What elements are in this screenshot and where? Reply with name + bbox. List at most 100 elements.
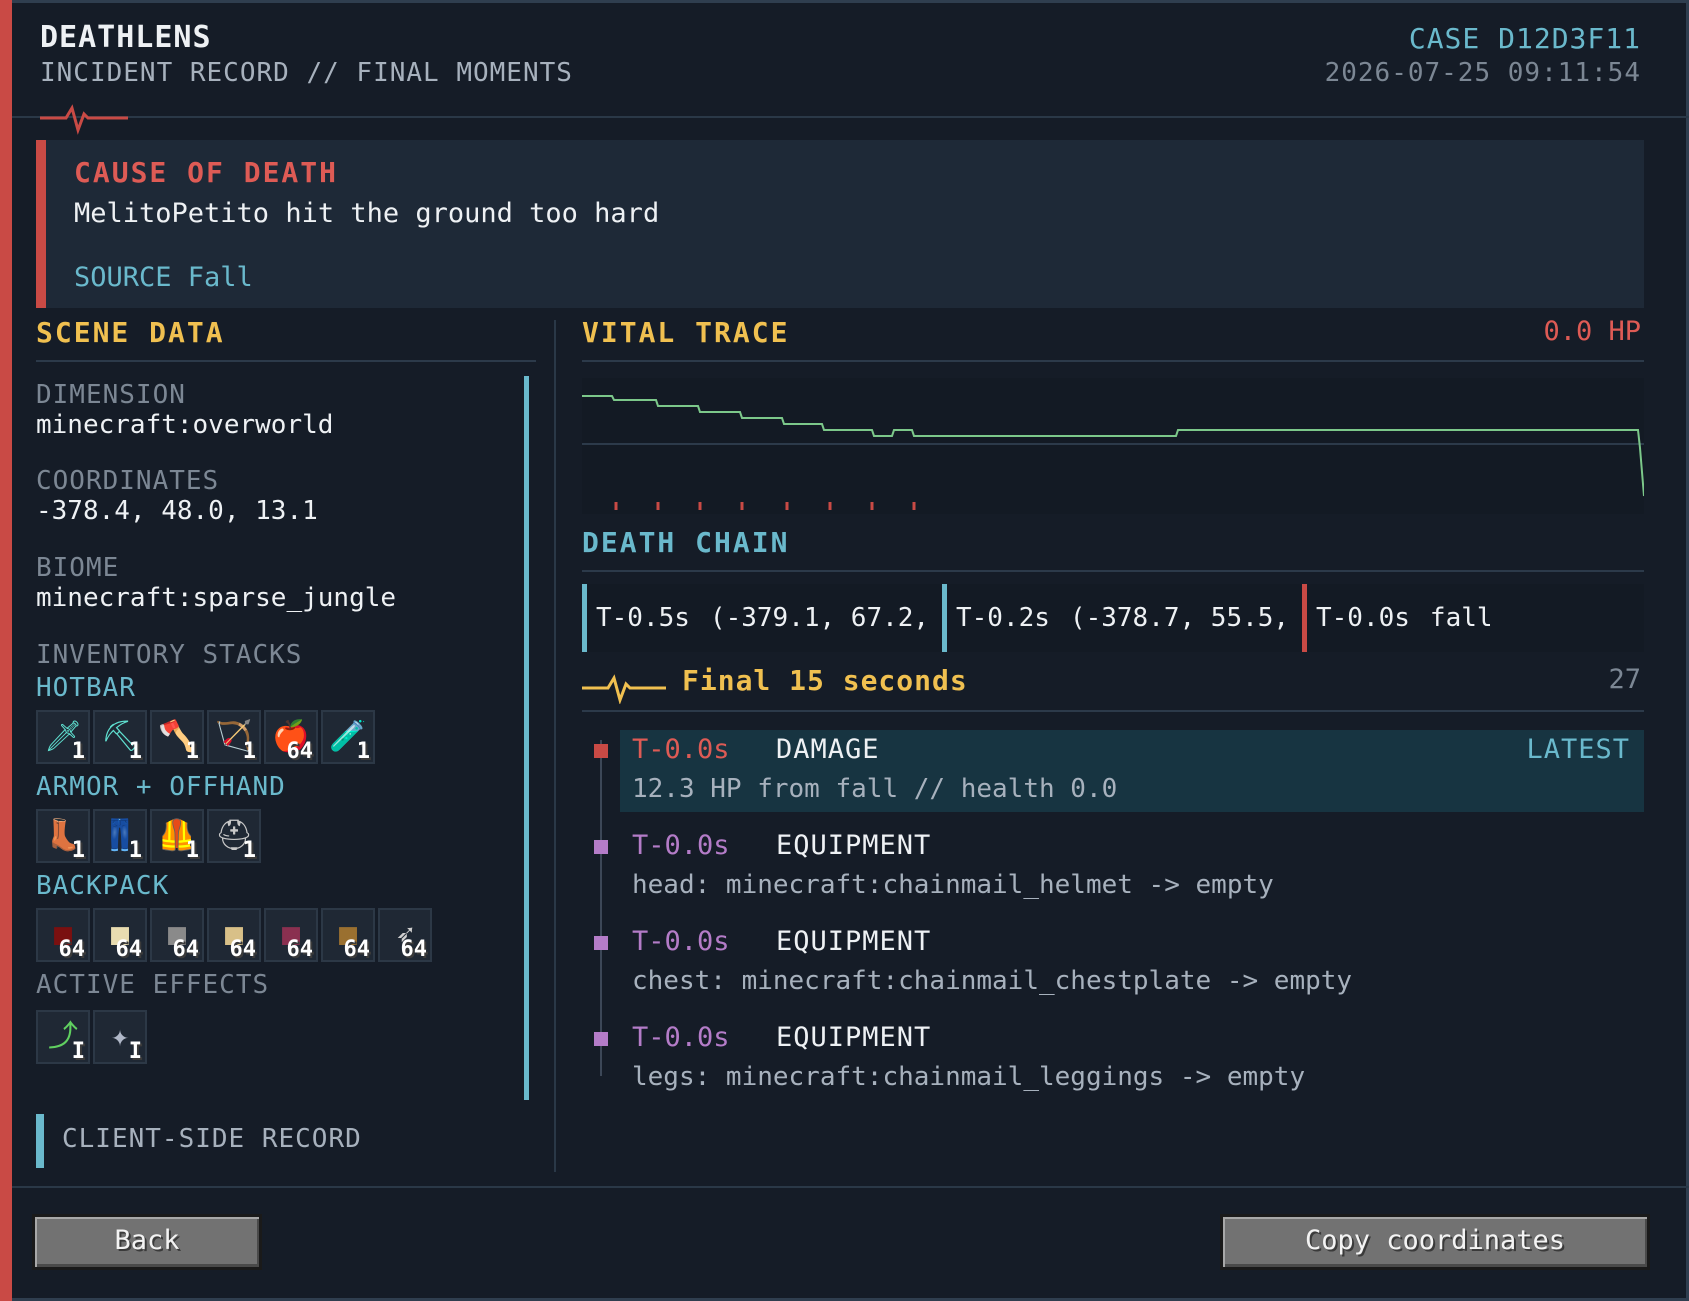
armor-label: ARMOR + OFFHAND — [36, 772, 286, 802]
inventory-slot[interactable]: 🗡 1 — [36, 710, 90, 764]
stack-count: 1 — [242, 739, 256, 764]
current-hp: 0.0 HP — [1543, 316, 1641, 347]
inventory-slot[interactable]: ✦ I — [93, 1010, 147, 1064]
chain-item-bar — [942, 584, 947, 652]
speed-icon: ✦ — [110, 1019, 130, 1054]
client-record-label: CLIENT-SIDE RECORD — [62, 1124, 362, 1154]
stack-count: I — [71, 1039, 85, 1064]
severity-stripe — [0, 0, 12, 1301]
event-marker — [594, 936, 608, 950]
back-button[interactable]: Back — [32, 1214, 262, 1270]
timeline-event[interactable]: T-0.0s EQUIPMENT chest: minecraft:chainm… — [594, 922, 1644, 1004]
event-time: T-0.0s — [632, 926, 730, 957]
footer-divider — [12, 1186, 1689, 1188]
inventory-label: INVENTORY STACKS — [36, 640, 303, 670]
stack-count: 64 — [229, 937, 257, 962]
column-divider — [554, 320, 556, 1172]
chain-item-time: T-0.2s — [956, 603, 1050, 633]
biome-label: BIOME — [36, 553, 120, 583]
inventory-slot[interactable]: ■ 64 — [93, 908, 147, 962]
biome-value: minecraft:sparse_jungle — [36, 583, 397, 613]
final-seconds-divider — [582, 710, 1644, 712]
chain-item-time: T-0.5s — [596, 603, 690, 633]
damage-ticks — [614, 502, 916, 510]
coordinates-label: COORDINATES — [36, 466, 220, 496]
stack-count: 64 — [286, 739, 314, 764]
death-chain-title: DEATH CHAIN — [582, 526, 790, 559]
inventory-slot[interactable]: ⤴ I — [36, 1010, 90, 1064]
timeline-event[interactable]: T-0.0s EQUIPMENT head: minecraft:chainma… — [594, 826, 1644, 908]
event-count: 27 — [1608, 664, 1641, 695]
chain-item-text: (-378.7, 55.5, — [1069, 603, 1290, 633]
stack-count: 1 — [128, 739, 142, 764]
stack-count: 64 — [343, 937, 371, 962]
latest-badge: LATEST — [1526, 734, 1630, 765]
heartbeat-icon — [582, 674, 666, 704]
armor-slots: 👢 1 👖 1 🦺 1 ⛑ 1 — [36, 809, 261, 863]
stack-count: 64 — [400, 937, 428, 962]
final-seconds-title: Final 15 seconds — [682, 664, 968, 697]
scene-data-divider — [36, 360, 536, 362]
inventory-slot[interactable]: 👖 1 — [93, 809, 147, 863]
stack-count: I — [128, 1039, 142, 1064]
inventory-slot[interactable]: 🍎 64 — [264, 710, 318, 764]
case-id: CASE D12D3F11 — [1408, 22, 1641, 55]
inventory-slot[interactable]: ■ 64 — [207, 908, 261, 962]
chain-item-text: fall — [1429, 603, 1493, 633]
scene-scrollbar[interactable] — [524, 376, 529, 1100]
inventory-slot[interactable]: 🏹 1 — [207, 710, 261, 764]
stack-count: 1 — [356, 739, 370, 764]
event-time: T-0.0s — [632, 830, 730, 861]
event-time: T-0.0s — [632, 1022, 730, 1053]
event-time: T-0.0s — [632, 734, 730, 765]
event-type: EQUIPMENT — [776, 1022, 932, 1053]
chain-item[interactable]: T-0.0s fall — [1302, 584, 1644, 652]
stack-count: 1 — [128, 838, 142, 863]
event-marker — [594, 840, 608, 854]
event-type: DAMAGE — [776, 734, 880, 765]
timeline-event[interactable]: T-0.0s EQUIPMENT legs: minecraft:chainma… — [594, 1018, 1644, 1100]
health-trace-svg — [582, 395, 1645, 510]
dimension-label: DIMENSION — [36, 380, 186, 410]
client-record-marker — [36, 1114, 44, 1168]
chain-item-time: T-0.0s — [1316, 603, 1410, 633]
inventory-slot[interactable]: ⛏ 1 — [93, 710, 147, 764]
timeline-line — [600, 740, 602, 1076]
inventory-slot[interactable]: 🧪 1 — [321, 710, 375, 764]
stack-count: 1 — [242, 838, 256, 863]
event-marker — [594, 744, 608, 758]
event-description: legs: minecraft:chainmail_leggings -> em… — [632, 1062, 1306, 1092]
heartbeat-icon — [40, 104, 128, 135]
coordinates-value: -378.4, 48.0, 13.1 — [36, 496, 318, 526]
stack-count: 64 — [58, 937, 86, 962]
backpack-slots: ■ 64 ■ 64 ■ 64 ■ 64 ■ 64 ■ 64 ➶ 64 — [36, 908, 432, 962]
death-message: MelitoPetito hit the ground too hard — [74, 198, 660, 229]
inventory-slot[interactable]: ➶ 64 — [378, 908, 432, 962]
stack-count: 64 — [115, 937, 143, 962]
inventory-slot[interactable]: 🪓 1 — [150, 710, 204, 764]
app-title: DEATHLENS — [40, 20, 212, 55]
stack-count: 1 — [71, 838, 85, 863]
cause-title: CAUSE OF DEATH — [74, 156, 339, 189]
inventory-slot[interactable]: ■ 64 — [321, 908, 375, 962]
inventory-slot[interactable]: ■ 64 — [264, 908, 318, 962]
cause-of-death-panel: CAUSE OF DEATH MelitoPetito hit the grou… — [36, 140, 1644, 308]
event-description: head: minecraft:chainmail_helmet -> empt… — [632, 870, 1274, 900]
inventory-slot[interactable]: 👢 1 — [36, 809, 90, 863]
scene-data-title: SCENE DATA — [36, 316, 225, 349]
inventory-slot[interactable]: ■ 64 — [36, 908, 90, 962]
effects-label: ACTIVE EFFECTS — [36, 970, 270, 1000]
inventory-slot[interactable]: ⛑ 1 — [207, 809, 261, 863]
stack-count: 1 — [185, 838, 199, 863]
event-marker — [594, 1032, 608, 1046]
timeline-event-latest[interactable]: T-0.0s DAMAGE LATEST 12.3 HP from fall /… — [594, 730, 1644, 812]
inventory-slot[interactable]: 🦺 1 — [150, 809, 204, 863]
copy-coordinates-button[interactable]: Copy coordinates — [1220, 1214, 1650, 1270]
event-type: EQUIPMENT — [776, 830, 932, 861]
chain-item[interactable]: T-0.5s (-379.1, 67.2, — [582, 584, 942, 652]
event-type: EQUIPMENT — [776, 926, 932, 957]
vital-trace-graph — [582, 378, 1645, 514]
inventory-slot[interactable]: ■ 64 — [150, 908, 204, 962]
chain-item[interactable]: T-0.2s (-378.7, 55.5, — [942, 584, 1302, 652]
stack-count: 1 — [185, 739, 199, 764]
